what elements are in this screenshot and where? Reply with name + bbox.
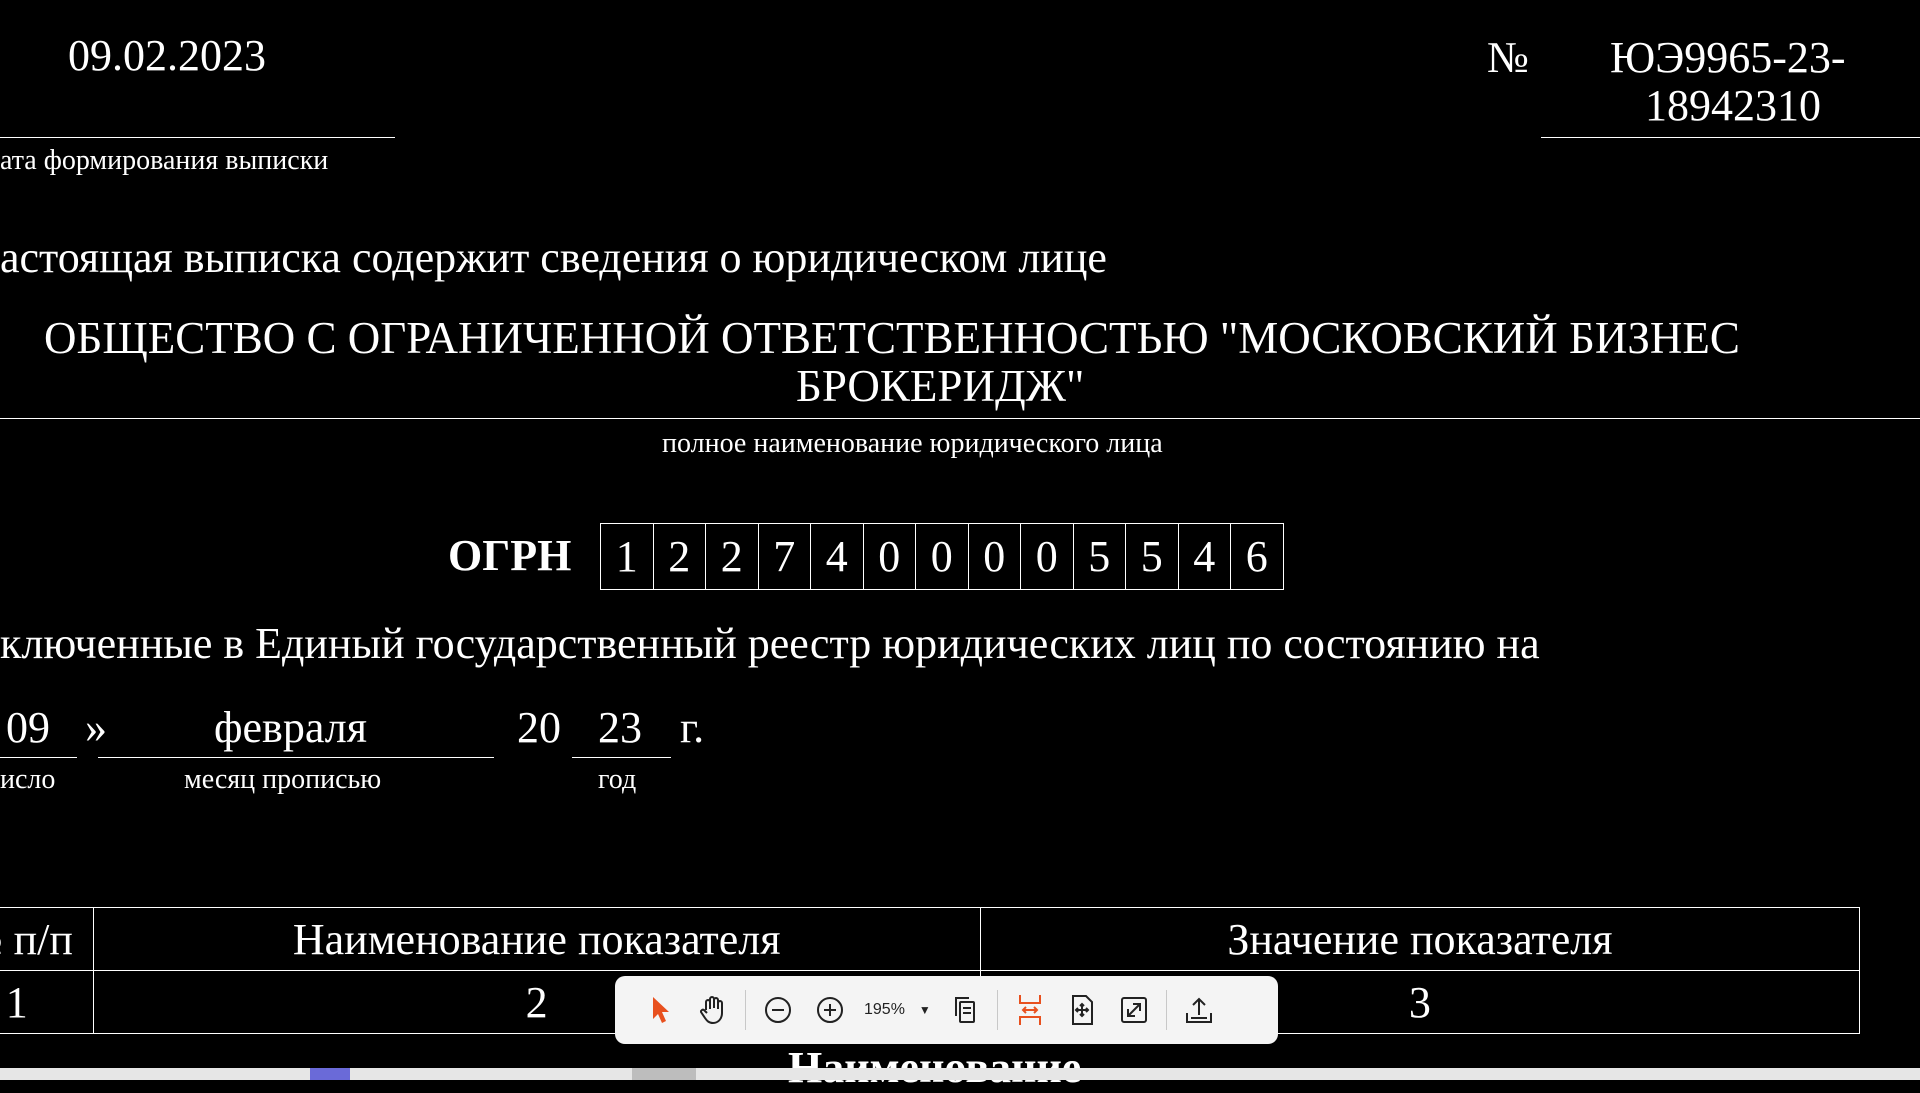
org-name-line2: БРОКЕРИДЖ" <box>796 361 1085 411</box>
ogrn-digit-boxes: 1227400005546 <box>600 523 1284 590</box>
chevron-down-icon: ▼ <box>918 1003 931 1017</box>
zoom-level-value: 195% <box>864 1001 905 1018</box>
ogrn-digit-cell: 0 <box>969 524 1021 589</box>
ogrn-digit-cell: 0 <box>864 524 916 589</box>
toolbar-separator <box>996 990 998 1030</box>
org-name-underline <box>0 418 1920 419</box>
ogrn-digit-cell: 5 <box>1126 524 1179 589</box>
date-underline <box>0 137 395 138</box>
pdf-toolbar: 195% ▼ <box>615 976 1278 1044</box>
page-copy-icon[interactable] <box>943 988 987 1032</box>
statement-number-line1: ЮЭ9965-23- <box>1610 33 1846 82</box>
statement-date: 09.02.2023 <box>68 31 266 80</box>
quote-close: » <box>85 703 107 752</box>
zoom-in-icon[interactable] <box>808 988 852 1032</box>
horizontal-scrollbar[interactable] <box>0 1068 1920 1080</box>
toolbar-separator <box>745 990 746 1030</box>
ogrn-digit-cell: 1 <box>601 524 654 589</box>
ogrn-digit-cell: 2 <box>654 524 706 589</box>
statement-number-line2: 18942310 <box>1645 81 1821 130</box>
number-underline <box>1541 137 1920 138</box>
header-cell-number: № п/п <box>0 907 94 971</box>
number-sign: № <box>1487 33 1529 82</box>
header-cell-indicator-name: Наименование показателя <box>92 907 981 971</box>
select-arrow-icon[interactable] <box>639 988 683 1032</box>
scrollbar-marker[interactable] <box>310 1068 350 1080</box>
ogrn-digit-cell: 5 <box>1074 524 1126 589</box>
included-text: ключенные в Единый государственный реест… <box>0 619 1540 668</box>
ogrn-label: ОГРН <box>448 531 572 580</box>
org-name-caption: полное наименование юридического лица <box>662 428 1163 459</box>
day-caption: исло <box>0 764 56 795</box>
ogrn-digit-cell: 2 <box>706 524 759 589</box>
fullscreen-icon[interactable] <box>1112 988 1156 1032</box>
row-cell-1: 1 <box>0 970 94 1034</box>
date-caption: ата формирования выписки <box>0 145 329 176</box>
zoom-level-dropdown[interactable]: 195% ▼ <box>864 1001 931 1019</box>
ogrn-digit-cell: 4 <box>1179 524 1231 589</box>
year-suffix: г. <box>680 703 705 752</box>
year-caption: год <box>598 764 637 795</box>
month-caption: месяц прописью <box>184 764 382 795</box>
fit-width-icon[interactable] <box>1008 988 1052 1032</box>
month-underline <box>98 757 494 758</box>
toolbar-separator <box>1165 990 1167 1030</box>
day-value: 09 <box>6 703 50 752</box>
ogrn-digit-cell: 4 <box>811 524 864 589</box>
ogrn-digit-cell: 6 <box>1231 524 1284 589</box>
day-underline <box>0 757 77 758</box>
table-header-row: № п/п Наименование показателя Значение п… <box>0 907 1861 971</box>
fit-page-icon[interactable] <box>1060 988 1104 1032</box>
hand-icon[interactable] <box>691 988 735 1032</box>
header-cell-indicator-value: Значение показателя <box>979 907 1861 971</box>
scrollbar-thumb[interactable] <box>632 1068 696 1080</box>
year-underline <box>572 757 671 758</box>
century-value: 20 <box>517 703 561 752</box>
intro-text: астоящая выписка содержит сведения о юри… <box>0 233 1107 282</box>
org-name-line1: ОБЩЕСТВО С ОГРАНИЧЕННОЙ ОТВЕТСТВЕННОСТЬЮ… <box>44 313 1740 363</box>
ogrn-digit-cell: 0 <box>916 524 969 589</box>
year-value: 23 <box>598 703 642 752</box>
ogrn-digit-cell: 7 <box>759 524 811 589</box>
zoom-out-icon[interactable] <box>756 988 800 1032</box>
month-value: февраля <box>214 703 367 752</box>
ogrn-digit-cell: 0 <box>1021 524 1074 589</box>
share-icon[interactable] <box>1177 988 1221 1032</box>
